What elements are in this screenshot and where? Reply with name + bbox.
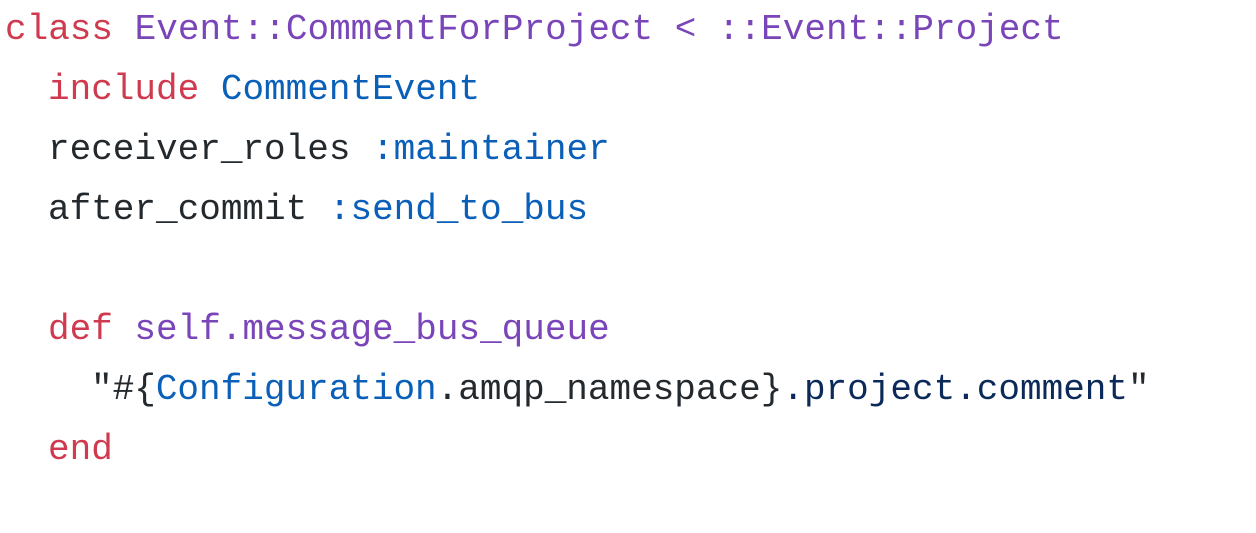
code-block: class Event::CommentForProject < ::Event…	[5, 0, 1150, 480]
code-line-7: "#{Configuration.amqp_namespace}.project…	[5, 360, 1150, 420]
code-line-3: receiver_roles :maintainer	[5, 120, 1150, 180]
amqp-namespace-call: .amqp_namespace	[436, 369, 761, 410]
configuration-constant: Configuration	[155, 369, 437, 410]
keyword-include: include	[48, 69, 200, 110]
after-commit-call: after_commit	[48, 189, 308, 230]
code-line-4: after_commit :send_to_bus	[5, 180, 1150, 240]
code-line-5-blank	[5, 240, 1150, 300]
code-line-6: def self.message_bus_queue	[5, 300, 1150, 360]
receiver-roles-call: receiver_roles	[48, 129, 351, 170]
code-line-2: include CommentEvent	[5, 60, 1150, 120]
code-line-1: class Event::CommentForProject < ::Event…	[5, 0, 1150, 60]
after-commit-symbol: :send_to_bus	[328, 189, 589, 230]
string-open: "#{	[91, 369, 156, 410]
keyword-end: end	[48, 429, 113, 470]
included-module: CommentEvent	[220, 69, 481, 110]
string-close: "	[1128, 369, 1150, 410]
interpolation-close: }	[760, 369, 783, 410]
code-line-8: end	[5, 420, 1150, 480]
parent-class-name: ::Event::Project	[717, 9, 1064, 50]
class-name: Event::CommentForProject	[134, 9, 654, 50]
keyword-def: def	[48, 309, 113, 350]
method-name: self.message_bus_queue	[134, 309, 610, 350]
receiver-roles-symbol: :maintainer	[372, 129, 610, 170]
string-tail: .project.comment	[782, 369, 1128, 410]
inherit-operator: <	[674, 9, 697, 50]
keyword-class: class	[5, 9, 114, 50]
